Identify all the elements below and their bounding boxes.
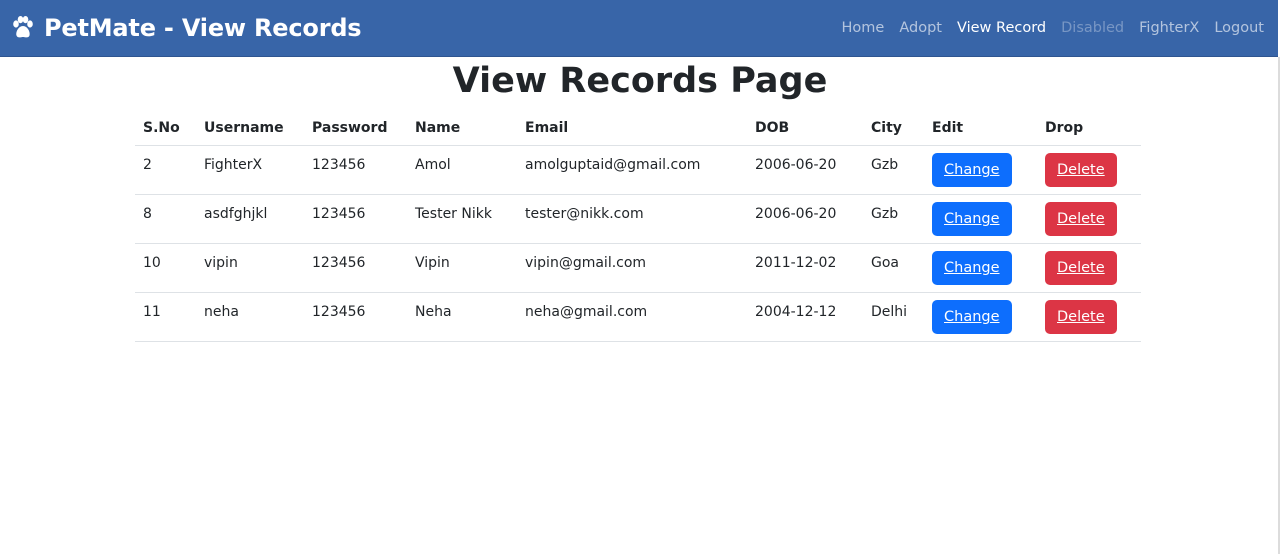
nav-link-user[interactable]: FighterX bbox=[1139, 20, 1199, 36]
header-password: Password bbox=[304, 110, 407, 146]
cell-sno: 11 bbox=[135, 292, 196, 342]
header-username: Username bbox=[196, 110, 304, 146]
change-button[interactable]: Change bbox=[932, 202, 1012, 236]
paw-icon bbox=[10, 15, 36, 41]
header-dob: DOB bbox=[747, 110, 863, 146]
cell-dob: 2006-06-20 bbox=[747, 145, 863, 195]
cell-password: 123456 bbox=[304, 145, 407, 195]
delete-button[interactable]: Delete bbox=[1045, 251, 1117, 285]
header-edit: Edit bbox=[924, 110, 1037, 146]
nav-link-home[interactable]: Home bbox=[842, 20, 885, 36]
cell-city: Delhi bbox=[863, 292, 924, 342]
cell-email: amolguptaid@gmail.com bbox=[517, 145, 747, 195]
records-table: S.No Username Password Name Email DOB Ci… bbox=[135, 110, 1141, 342]
brand-link[interactable]: PetMate - View Records bbox=[10, 14, 362, 42]
delete-button[interactable]: Delete bbox=[1045, 202, 1117, 236]
cell-sno: 2 bbox=[135, 145, 196, 195]
cell-username: asdfghjkl bbox=[196, 194, 304, 244]
cell-email: vipin@gmail.com bbox=[517, 243, 747, 293]
table-row: 2 FighterX 123456 Amol amolguptaid@gmail… bbox=[135, 145, 1141, 195]
cell-city: Gzb bbox=[863, 145, 924, 195]
nav-link-logout[interactable]: Logout bbox=[1214, 20, 1264, 36]
page-title: View Records Page bbox=[452, 61, 828, 101]
cell-username: neha bbox=[196, 292, 304, 342]
header-name: Name bbox=[407, 110, 517, 146]
table-row: 10 vipin 123456 Vipin vipin@gmail.com 20… bbox=[135, 243, 1141, 293]
table-header-row: S.No Username Password Name Email DOB Ci… bbox=[135, 110, 1141, 146]
cell-dob: 2004-12-12 bbox=[747, 292, 863, 342]
cell-edit: Change bbox=[924, 194, 1037, 244]
nav-links: Home Adopt View Record Disabled FighterX… bbox=[827, 0, 1264, 56]
cell-drop: Delete bbox=[1037, 292, 1141, 342]
cell-dob: 2011-12-02 bbox=[747, 243, 863, 293]
table-row: 8 asdfghjkl 123456 Tester Nikk tester@ni… bbox=[135, 194, 1141, 244]
cell-username: FighterX bbox=[196, 145, 304, 195]
cell-drop: Delete bbox=[1037, 194, 1141, 244]
nav-link-view-record[interactable]: View Record bbox=[957, 20, 1046, 36]
cell-drop: Delete bbox=[1037, 243, 1141, 293]
cell-edit: Change bbox=[924, 292, 1037, 342]
cell-sno: 10 bbox=[135, 243, 196, 293]
header-city: City bbox=[863, 110, 924, 146]
nav-link-disabled: Disabled bbox=[1061, 20, 1125, 36]
change-button[interactable]: Change bbox=[932, 300, 1012, 334]
table-row: 11 neha 123456 Neha neha@gmail.com 2004-… bbox=[135, 292, 1141, 342]
cell-password: 123456 bbox=[304, 292, 407, 342]
nav-link-adopt[interactable]: Adopt bbox=[899, 20, 942, 36]
navbar: PetMate - View Records Home Adopt View R… bbox=[0, 0, 1278, 57]
cell-name: Vipin bbox=[407, 243, 517, 293]
cell-name: Tester Nikk bbox=[407, 194, 517, 244]
cell-city: Gzb bbox=[863, 194, 924, 244]
delete-button[interactable]: Delete bbox=[1045, 153, 1117, 187]
cell-password: 123456 bbox=[304, 243, 407, 293]
change-button[interactable]: Change bbox=[932, 251, 1012, 285]
cell-city: Goa bbox=[863, 243, 924, 293]
cell-name: Amol bbox=[407, 145, 517, 195]
cell-sno: 8 bbox=[135, 194, 196, 244]
cell-email: neha@gmail.com bbox=[517, 292, 747, 342]
cell-password: 123456 bbox=[304, 194, 407, 244]
cell-name: Neha bbox=[407, 292, 517, 342]
cell-username: vipin bbox=[196, 243, 304, 293]
header-sno: S.No bbox=[135, 110, 196, 146]
cell-edit: Change bbox=[924, 145, 1037, 195]
cell-dob: 2006-06-20 bbox=[747, 194, 863, 244]
delete-button[interactable]: Delete bbox=[1045, 300, 1117, 334]
change-button[interactable]: Change bbox=[932, 153, 1012, 187]
header-drop: Drop bbox=[1037, 110, 1141, 146]
header-email: Email bbox=[517, 110, 747, 146]
cell-drop: Delete bbox=[1037, 145, 1141, 195]
brand-title: PetMate - View Records bbox=[44, 14, 362, 42]
cell-email: tester@nikk.com bbox=[517, 194, 747, 244]
cell-edit: Change bbox=[924, 243, 1037, 293]
